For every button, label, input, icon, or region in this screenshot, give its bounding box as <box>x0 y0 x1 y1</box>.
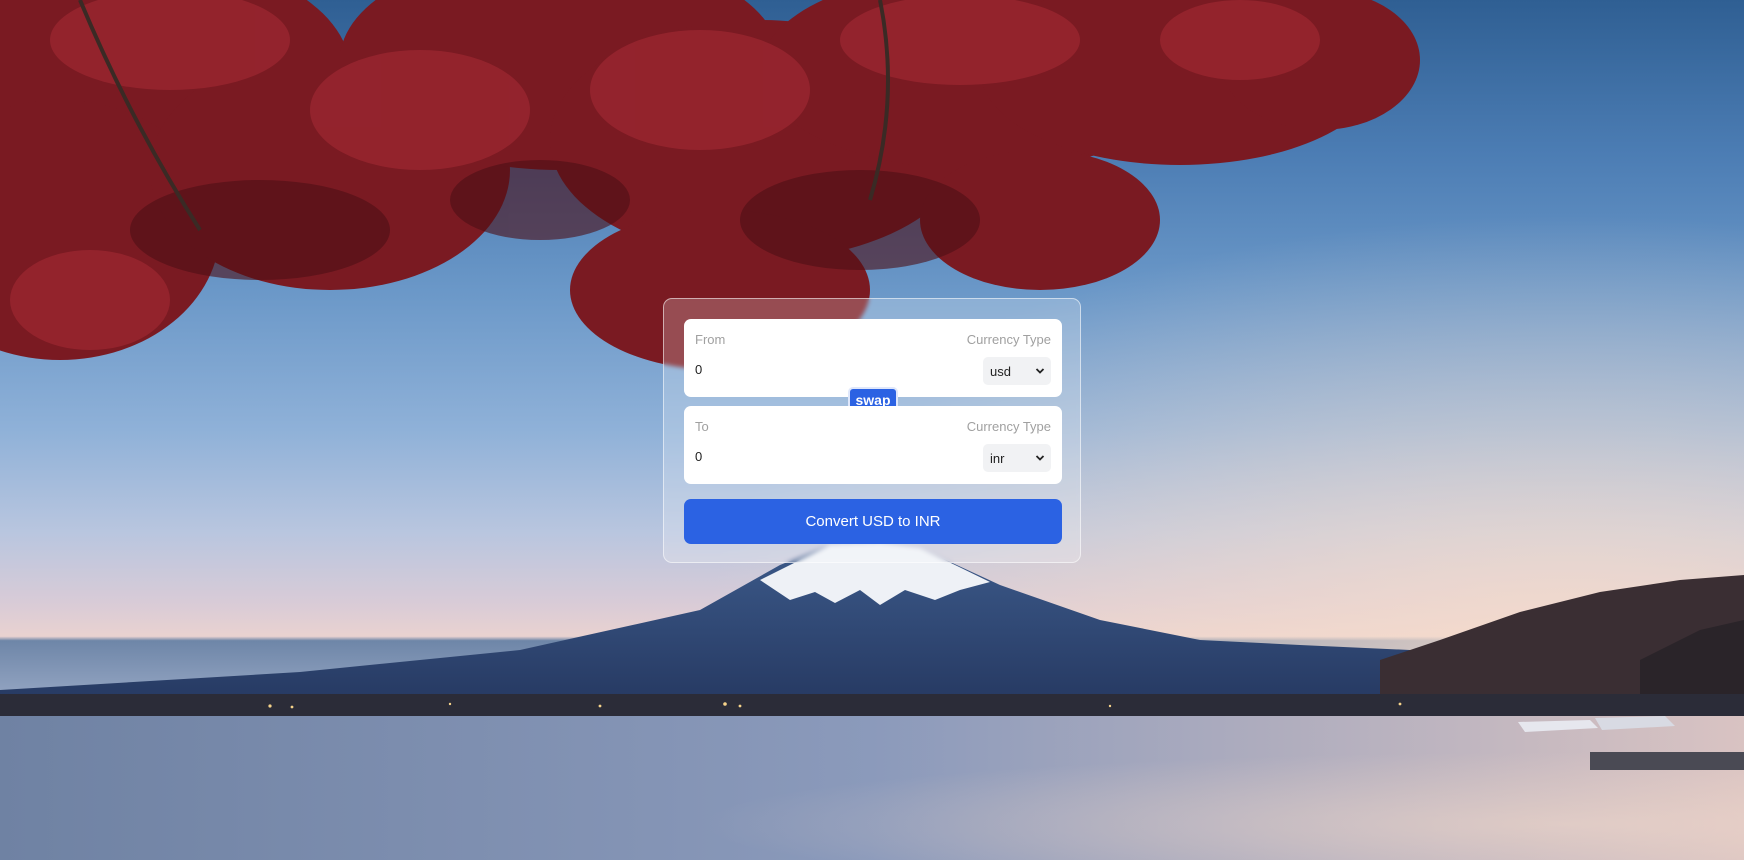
from-currency-value: usd <box>990 364 1011 379</box>
chevron-down-icon <box>1035 455 1045 461</box>
from-currency-type-label: Currency Type <box>966 332 1051 347</box>
to-label: To <box>695 419 709 434</box>
convert-button[interactable]: Convert USD to INR <box>684 499 1062 544</box>
to-currency-value: inr <box>990 451 1005 466</box>
to-amount-input[interactable] <box>695 446 895 466</box>
to-currency-type-label: Currency Type <box>966 419 1051 434</box>
from-amount-input[interactable] <box>695 359 895 379</box>
from-label: From <box>695 332 726 347</box>
chevron-down-icon <box>1035 368 1045 374</box>
to-currency-select[interactable]: inr <box>983 444 1051 472</box>
from-currency-select[interactable]: usd <box>983 357 1051 385</box>
to-panel: To Currency Type inr <box>684 406 1062 484</box>
from-panel: From Currency Type usd <box>684 319 1062 397</box>
background-scene: From Currency Type usd swap To Currency … <box>0 0 1744 860</box>
currency-converter-card: From Currency Type usd swap To Currency … <box>663 298 1081 563</box>
